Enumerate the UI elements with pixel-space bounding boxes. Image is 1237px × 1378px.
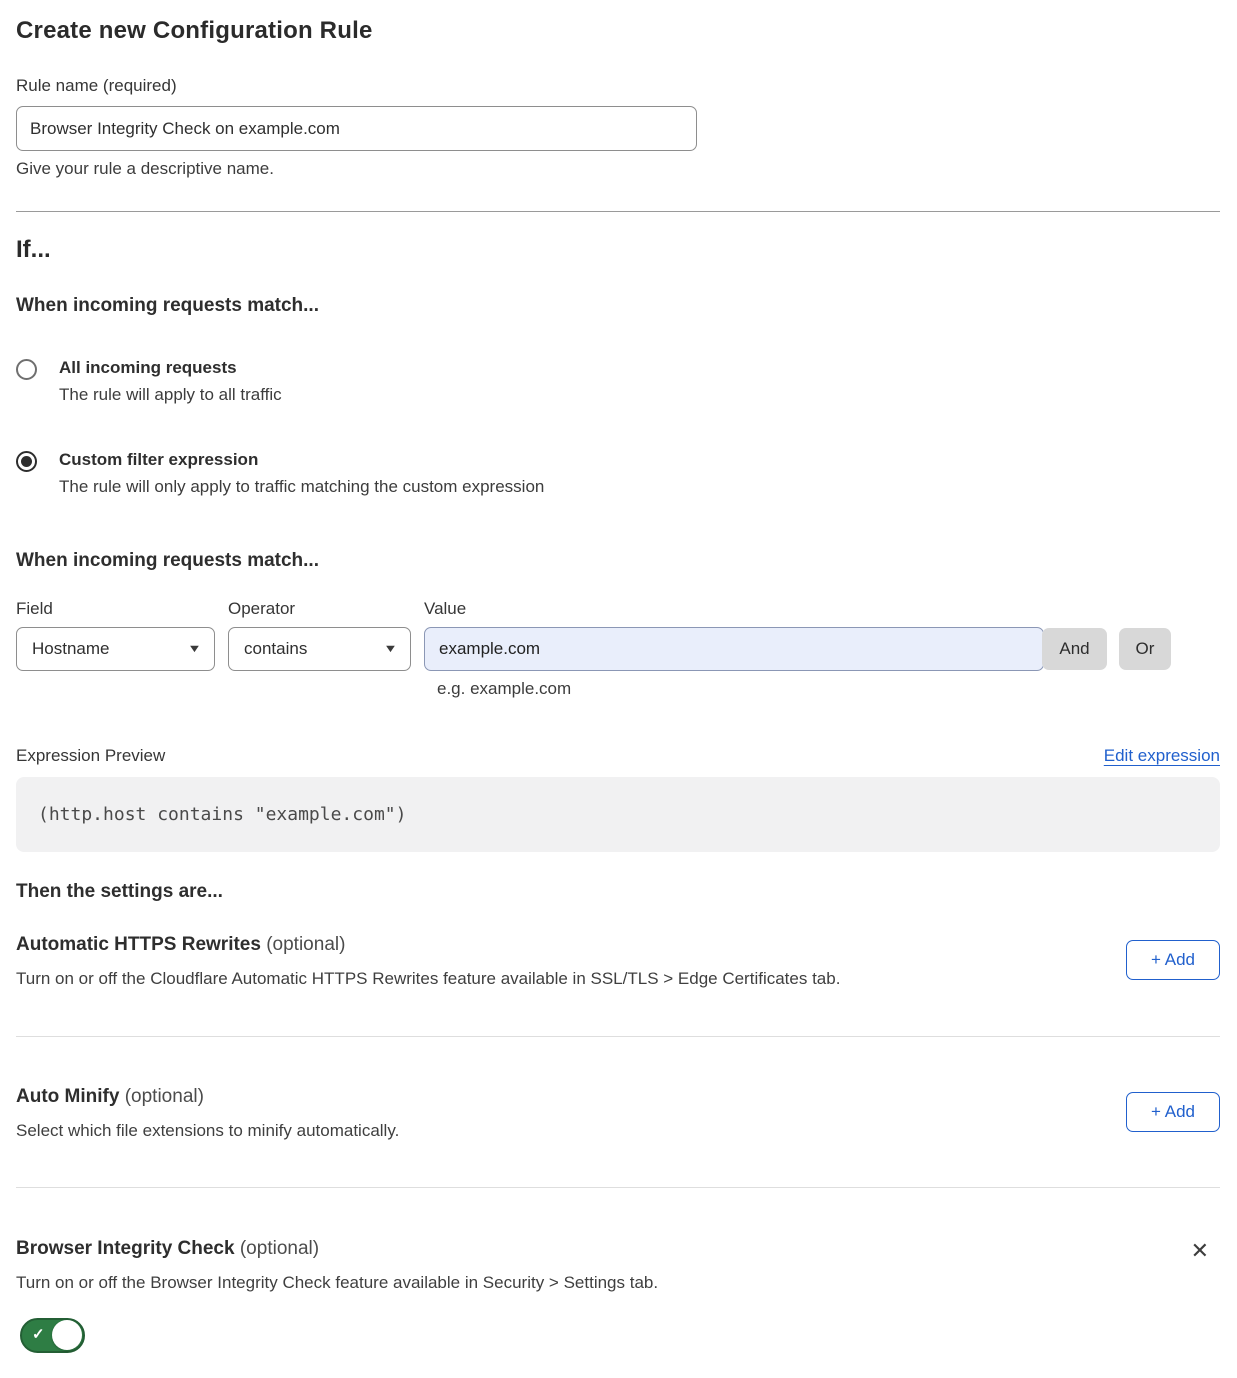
setting-title: Auto Minify (optional) [16, 1086, 399, 1108]
setting-optional-tag: (optional) [240, 1238, 319, 1259]
edit-expression-link[interactable]: Edit expression [1104, 746, 1220, 766]
setting-name: Browser Integrity Check [16, 1238, 235, 1259]
operator-select-value: contains [244, 639, 307, 659]
setting-description: Turn on or off the Cloudflare Automatic … [16, 969, 840, 989]
value-help: e.g. example.com [437, 679, 1220, 699]
setting-name: Automatic HTTPS Rewrites [16, 934, 261, 955]
toggle-knob [52, 1320, 82, 1350]
builder-heading: When incoming requests match... [16, 550, 1220, 572]
page-title: Create new Configuration Rule [16, 17, 1220, 45]
and-button[interactable]: And [1042, 628, 1107, 670]
option-description: The rule will apply to all traffic [59, 385, 282, 405]
radio-button[interactable] [16, 451, 37, 472]
add-automatic-https-rewrites-button[interactable]: + Add [1126, 940, 1220, 980]
expression-preview-box: (http.host contains "example.com") [16, 777, 1220, 852]
option-label: Custom filter expression [59, 450, 544, 470]
chevron-down-icon: ▼ [383, 643, 398, 655]
setting-title: Browser Integrity Check (optional) [16, 1238, 658, 1260]
value-column-label: Value [424, 599, 1031, 619]
setting-divider [16, 1036, 1220, 1037]
browser-integrity-check-toggle[interactable]: ✓ [20, 1318, 85, 1353]
setting-auto-minify: Auto Minify (optional) Select which file… [16, 1086, 1220, 1141]
setting-divider [16, 1187, 1220, 1188]
setting-optional-tag: (optional) [266, 934, 345, 955]
setting-optional-tag: (optional) [125, 1086, 204, 1107]
setting-browser-integrity-check: Browser Integrity Check (optional) Turn … [16, 1238, 1220, 1293]
rule-name-input[interactable] [16, 106, 697, 151]
option-description: The rule will only apply to traffic matc… [59, 477, 544, 497]
setting-title: Automatic HTTPS Rewrites (optional) [16, 934, 840, 956]
if-heading: If... [16, 236, 1220, 264]
option-all-incoming-requests[interactable]: All incoming requests The rule will appl… [16, 358, 1220, 405]
builder-controls-row: Hostname ▼ contains ▼ And Or [16, 627, 1220, 671]
builder-labels-row: Field Operator Value [16, 599, 1220, 619]
expression-preview-label: Expression Preview [16, 746, 165, 766]
field-select[interactable]: Hostname ▼ [16, 627, 215, 671]
or-button[interactable]: Or [1119, 628, 1171, 670]
create-configuration-rule-form: Create new Configuration Rule Rule name … [0, 0, 1237, 1378]
add-auto-minify-button[interactable]: + Add [1126, 1092, 1220, 1132]
operator-select[interactable]: contains ▼ [228, 627, 411, 671]
rule-name-label: Rule name (required) [16, 76, 1220, 96]
option-custom-filter-expression[interactable]: Custom filter expression The rule will o… [16, 450, 1220, 497]
setting-name: Auto Minify [16, 1086, 119, 1107]
close-icon[interactable]: ✕ [1191, 1240, 1209, 1262]
field-column-label: Field [16, 599, 215, 619]
then-settings-heading: Then the settings are... [16, 881, 1220, 903]
chevron-down-icon: ▼ [187, 643, 202, 655]
operator-column-label: Operator [228, 599, 411, 619]
expression-text: (http.host contains "example.com") [38, 804, 406, 825]
rule-name-help: Give your rule a descriptive name. [16, 159, 1220, 179]
setting-automatic-https-rewrites: Automatic HTTPS Rewrites (optional) Turn… [16, 934, 1220, 989]
radio-button[interactable] [16, 359, 37, 380]
option-label: All incoming requests [59, 358, 282, 378]
check-icon: ✓ [32, 1325, 45, 1343]
field-select-value: Hostname [32, 639, 109, 659]
setting-description: Turn on or off the Browser Integrity Che… [16, 1273, 658, 1293]
value-input[interactable] [424, 627, 1044, 671]
section-divider [16, 211, 1220, 212]
setting-description: Select which file extensions to minify a… [16, 1121, 399, 1141]
match-heading: When incoming requests match... [16, 295, 1220, 317]
